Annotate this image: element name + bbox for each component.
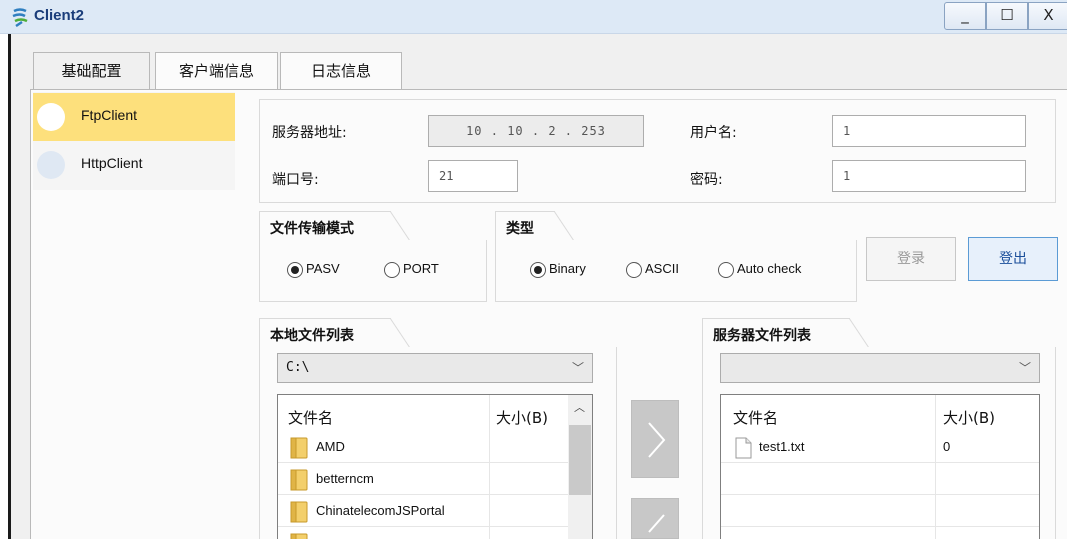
folder-icon xyxy=(290,533,308,539)
transfer-mode-title: 文件传输模式 xyxy=(259,211,391,241)
local-files-title: 本地文件列表 xyxy=(259,318,391,348)
tab-log-info[interactable]: 日志信息 xyxy=(280,52,402,89)
minimize-button[interactable]: _ xyxy=(944,2,986,30)
radio-checked-icon xyxy=(287,262,303,278)
username-label: 用户名: xyxy=(690,125,737,141)
local-path-value: C:\ xyxy=(286,360,310,375)
tab-basic-config[interactable]: 基础配置 xyxy=(33,52,150,89)
column-header-size: 大小(B) xyxy=(496,409,548,427)
radio-binary[interactable]: Binary xyxy=(530,260,610,280)
radio-label: Binary xyxy=(549,261,586,276)
maximize-button[interactable]: ☐ xyxy=(986,2,1028,30)
radio-label: PASV xyxy=(306,261,340,276)
radio-label: PORT xyxy=(403,261,439,276)
radio-unchecked-icon xyxy=(626,262,642,278)
tab-client-info[interactable]: 客户端信息 xyxy=(155,52,278,89)
close-icon: X xyxy=(1043,6,1054,24)
sidebar-item-label: HttpClient xyxy=(81,155,143,171)
download-button[interactable] xyxy=(631,498,679,539)
chevron-down-icon: ﹀ xyxy=(571,361,584,375)
scroll-up-icon[interactable]: ︿ xyxy=(574,399,585,415)
server-address-label: 服务器地址: xyxy=(272,125,347,141)
chevron-down-icon: ﹀ xyxy=(1018,361,1031,375)
circle-icon xyxy=(37,151,65,179)
column-header-name: 文件名 xyxy=(733,409,779,427)
radio-auto-check[interactable]: Auto check xyxy=(718,260,828,280)
close-button[interactable]: X xyxy=(1028,2,1067,30)
login-button[interactable]: 登录 xyxy=(866,237,956,281)
sidebar-item-httpclient[interactable]: HttpClient xyxy=(33,141,235,189)
list-item[interactable] xyxy=(278,529,568,539)
port-label: 端口号: xyxy=(272,172,319,188)
list-item xyxy=(721,465,1039,495)
maximize-icon: ☐ xyxy=(1000,6,1014,24)
sidebar-item-label: FtpClient xyxy=(81,107,138,123)
text-file-icon xyxy=(735,437,752,459)
folder-icon xyxy=(290,469,308,491)
file-name: AMD xyxy=(316,439,345,454)
window-title: Client2 xyxy=(34,7,85,24)
radio-checked-icon xyxy=(530,262,546,278)
column-header-name: 文件名 xyxy=(288,409,334,427)
list-item[interactable]: AMD xyxy=(278,433,568,463)
radio-port[interactable]: PORT xyxy=(384,260,454,280)
local-path-dropdown[interactable]: C:\ ﹀ xyxy=(277,353,593,383)
password-input[interactable]: 1 xyxy=(832,160,1026,192)
file-name: betterncm xyxy=(316,471,374,486)
column-header-size: 大小(B) xyxy=(943,409,995,427)
port-input[interactable]: 21 xyxy=(428,160,518,192)
scrollbar-thumb[interactable] xyxy=(569,425,591,495)
upload-button[interactable] xyxy=(631,400,679,478)
list-item[interactable]: betterncm xyxy=(278,465,568,495)
list-item[interactable]: ChinatelecomJSPortal xyxy=(278,497,568,527)
list-item[interactable]: test1.txt 0 xyxy=(721,433,1039,463)
password-label: 密码: xyxy=(690,172,723,188)
type-title: 类型 xyxy=(495,211,555,241)
list-item xyxy=(721,497,1039,527)
radio-ascii[interactable]: ASCII xyxy=(626,260,706,280)
tab-slant xyxy=(390,318,410,348)
circle-icon xyxy=(37,103,65,131)
minimize-icon: _ xyxy=(961,6,969,24)
radio-unchecked-icon xyxy=(384,262,400,278)
logout-button[interactable]: 登出 xyxy=(968,237,1058,281)
local-file-list[interactable]: 文件名 大小(B) ︿ AMD betterncm ChinatelecomJS… xyxy=(277,394,593,539)
folder-icon xyxy=(290,501,308,523)
tab-slant xyxy=(390,211,410,241)
username-input[interactable]: 1 xyxy=(832,115,1026,147)
app-icon xyxy=(12,8,28,27)
title-bar xyxy=(0,0,1067,34)
file-name: ChinatelecomJSPortal xyxy=(316,503,445,518)
file-name: test1.txt xyxy=(759,439,805,454)
sidebar-item-ftpclient[interactable]: FtpClient xyxy=(33,93,235,141)
window-left-edge xyxy=(0,34,11,539)
folder-icon xyxy=(290,437,308,459)
server-files-title: 服务器文件列表 xyxy=(702,318,850,348)
radio-unchecked-icon xyxy=(718,262,734,278)
server-file-list[interactable]: 文件名 大小(B) test1.txt 0 xyxy=(720,394,1040,539)
tab-slant xyxy=(849,318,869,348)
server-path-dropdown[interactable]: ﹀ xyxy=(720,353,1040,383)
file-size: 0 xyxy=(943,439,951,454)
tab-slant xyxy=(554,211,574,241)
radio-pasv[interactable]: PASV xyxy=(287,260,357,280)
arrow-right-icon xyxy=(648,422,666,458)
radio-label: ASCII xyxy=(645,261,679,276)
arrow-left-icon xyxy=(648,514,665,533)
scrollbar[interactable]: ︿ xyxy=(568,395,592,539)
server-address-input[interactable]: 10 . 10 . 2 . 253 xyxy=(428,115,644,147)
radio-label: Auto check xyxy=(737,261,802,276)
